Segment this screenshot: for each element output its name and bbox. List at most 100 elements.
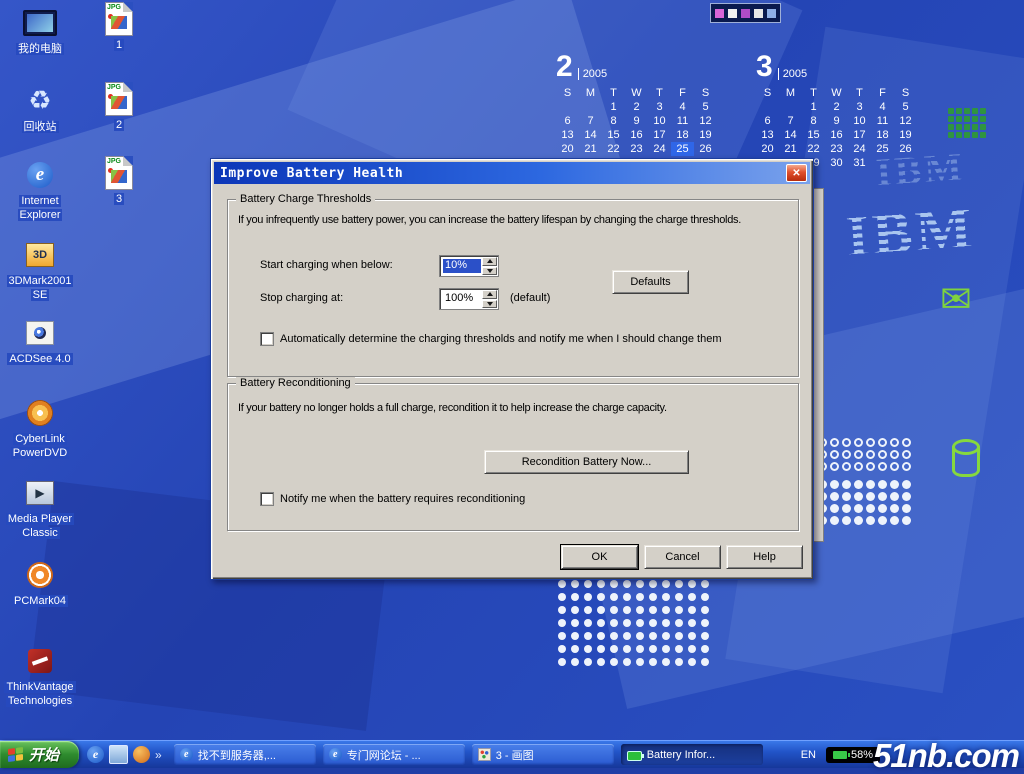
calendar-month-2: 22005SMTWTFS1234567891011121314151617181…: [556, 52, 717, 170]
file-label: 2: [90, 118, 148, 132]
group-label: Battery Charge Thresholds: [236, 193, 375, 205]
battery-percent: 58%: [851, 749, 873, 761]
jpg-file-icon: JPG: [105, 156, 133, 190]
show-desktop-icon[interactable]: [109, 745, 128, 764]
close-button[interactable]: ✕: [786, 164, 807, 182]
task-buttons: e 找不到服务器,... e 专门网论坛 - ... 3 - 画图 Battery Inf…: [174, 744, 763, 765]
pcmark04-icon: [4, 558, 76, 592]
task-label: 专门网论坛 - ...: [347, 747, 421, 763]
taskbar-task-paint[interactable]: 3 - 画图: [472, 744, 614, 765]
improve-battery-health-dialog: Improve Battery Health ✕ Battery Charge …: [210, 158, 814, 580]
dialog-title: Improve Battery Health: [214, 166, 403, 181]
ibm-logo: IBM: [844, 194, 977, 272]
desktop-file-1[interactable]: JPG1: [90, 2, 148, 52]
start-button-label: 开始: [29, 744, 59, 765]
language-indicator[interactable]: EN: [801, 749, 816, 761]
thinkvantage-icon: [4, 644, 76, 678]
ie-icon: e: [329, 748, 342, 761]
help-button[interactable]: Help: [726, 545, 803, 569]
desktop-icon-label: ACDSee 4.0: [4, 352, 76, 366]
file-label: 1: [90, 38, 148, 52]
taskbar-task-battery-information[interactable]: Battery Infor...: [621, 744, 763, 765]
desktop-icon-internet-explorer[interactable]: eInternet Explorer: [4, 158, 76, 223]
spin-up-button[interactable]: [482, 257, 497, 266]
notify-reconditioning-checkbox[interactable]: [260, 492, 274, 506]
toolbar-icon[interactable]: [767, 9, 776, 18]
battery-charge-thresholds-group: Battery Charge Thresholds If you infrequ…: [227, 199, 799, 377]
start-button[interactable]: 开始: [0, 741, 79, 768]
calendar-month-number: 2: [556, 52, 573, 82]
acdsee-icon: [4, 316, 76, 350]
dialog-titlebar[interactable]: Improve Battery Health ✕: [214, 162, 810, 184]
ie-quicklaunch-icon[interactable]: e: [87, 746, 104, 763]
desktop-icon-thinkvantage[interactable]: ThinkVantage Technologies: [4, 644, 76, 709]
cancel-button[interactable]: Cancel: [644, 545, 721, 569]
media-player-classic-icon: ▶: [4, 476, 76, 510]
battery-tray-indicator[interactable]: 58%: [826, 747, 880, 763]
start-charging-value[interactable]: 10%: [443, 259, 481, 273]
taskbar-task-server-not-found[interactable]: e 找不到服务器,...: [174, 744, 316, 765]
desktop-icon-media-player-classic[interactable]: ▶Media Player Classic: [4, 476, 76, 541]
arrow-up-icon: [487, 292, 493, 296]
ok-button[interactable]: OK: [561, 545, 638, 569]
start-charging-spinner[interactable]: 10%: [439, 255, 499, 277]
recycle-bin-icon: ♻: [4, 84, 76, 118]
toolbar-icon[interactable]: [741, 9, 750, 18]
group-label: Battery Reconditioning: [236, 377, 355, 389]
system-tray: EN 58%: [801, 747, 1024, 763]
close-icon: ✕: [792, 168, 800, 179]
desktop-icon-label: 3DMark2001 SE: [4, 274, 76, 303]
stop-charging-label: Stop charging at:: [260, 292, 343, 304]
desktop-icon-recycle-bin[interactable]: ♻回收站: [4, 84, 76, 134]
arrow-down-icon: [487, 269, 493, 273]
toolbar-icon[interactable]: [715, 9, 724, 18]
quick-launch: e »: [79, 745, 170, 764]
spin-down-button[interactable]: [482, 300, 497, 309]
default-note: (default): [510, 292, 550, 304]
ie-icon: e: [180, 748, 193, 761]
presentation-toolbar[interactable]: [710, 3, 781, 23]
recondition-button-label: Recondition Battery Now...: [522, 456, 652, 468]
taskbar-task-forum[interactable]: e 专门网论坛 - ...: [323, 744, 465, 765]
windows-flag-icon: [8, 747, 23, 762]
stop-charging-value[interactable]: 100%: [443, 292, 481, 306]
desktop-file-2[interactable]: JPG 2: [90, 82, 148, 132]
desktop-icon-threedmark[interactable]: 3D3DMark2001 SE: [4, 238, 76, 303]
desktop-icon-pcmark04[interactable]: PCMark04: [4, 558, 76, 608]
defaults-button-label: Defaults: [630, 276, 670, 288]
paint-icon: [478, 748, 491, 761]
desktop-icon-label: 我的电脑: [4, 42, 76, 56]
toolbar-icon[interactable]: [754, 9, 763, 18]
desktop-icon-label: Media Player Classic: [4, 512, 76, 541]
task-label: 找不到服务器,...: [198, 747, 276, 763]
file-label: 3: [90, 192, 148, 206]
jpg-file-icon: JPG: [105, 82, 133, 116]
taskbar: 开始 e » e 找不到服务器,... e 专门网论坛 - ... 3 - 画图 Batt…: [0, 740, 1024, 768]
notify-reconditioning-checkbox-label[interactable]: Notify me when the battery requires reco…: [280, 493, 525, 505]
task-label: Battery Infor...: [647, 749, 715, 761]
calendar-month-3: 32005SMTWTFS1234567891011121314151617181…: [756, 52, 917, 170]
auto-determine-checkbox-label[interactable]: Automatically determine the charging thr…: [280, 333, 721, 345]
media-player-quicklaunch-icon[interactable]: [133, 746, 150, 763]
arrow-down-icon: [487, 302, 493, 306]
recondition-battery-button[interactable]: Recondition Battery Now...: [484, 450, 689, 474]
stop-charging-spinner[interactable]: 100%: [439, 288, 499, 310]
desktop-icon-label: CyberLink PowerDVD: [4, 432, 76, 461]
spin-down-button[interactable]: [482, 267, 497, 276]
desktop-file-3[interactable]: JPG 3: [90, 156, 148, 206]
spin-up-button[interactable]: [482, 290, 497, 299]
cancel-button-label: Cancel: [665, 551, 699, 563]
battery-reconditioning-group: Battery Reconditioning If your battery n…: [227, 383, 799, 531]
toolbar-icon[interactable]: [728, 9, 737, 18]
internet-explorer-icon: e: [4, 158, 76, 192]
desktop-icon-label: ThinkVantage Technologies: [4, 680, 76, 709]
calendar-month-number: 3: [756, 52, 773, 82]
desktop-icon-my-computer[interactable]: 我的电脑: [4, 6, 76, 56]
defaults-button[interactable]: Defaults: [612, 270, 689, 294]
battery-icon: [833, 751, 847, 759]
auto-determine-checkbox[interactable]: [260, 332, 274, 346]
desktop-icon-powerdvd[interactable]: CyberLink PowerDVD: [4, 396, 76, 461]
desktop-icon-acdsee[interactable]: ACDSee 4.0: [4, 316, 76, 366]
reconditioning-description: If your battery no longer holds a full c…: [238, 402, 667, 414]
quicklaunch-overflow-chevron[interactable]: »: [155, 748, 162, 762]
